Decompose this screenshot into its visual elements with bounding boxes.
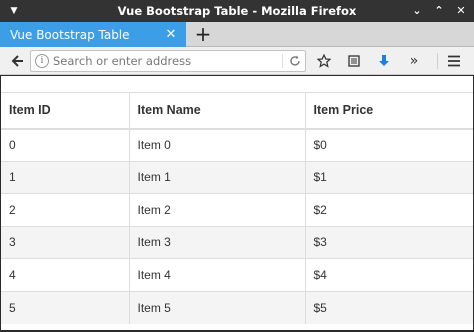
address-bar[interactable]: i [30, 50, 306, 72]
table-row: 1 Item 1 $1 [1, 160, 473, 194]
tab-vue-bootstrap-table[interactable]: Vue Bootstrap Table ✕ [0, 22, 186, 47]
reload-icon[interactable] [287, 53, 303, 69]
toolbar-divider [437, 53, 438, 69]
toolbar-icons: » [312, 51, 432, 71]
table-row: 5 Item 5 $5 [1, 290, 473, 324]
window-titlebar: ▼ Vue Bootstrap Table - Mozilla Firefox … [0, 0, 474, 22]
overflow-chevrons-icon[interactable]: » [402, 51, 426, 71]
new-tab-button[interactable]: + [192, 22, 214, 46]
address-bar-divider [282, 54, 283, 68]
reading-list-icon[interactable] [342, 51, 366, 71]
cell-item-name: Item 0 [128, 128, 305, 161]
table-header-row: Item ID Item Name Item Price [1, 92, 473, 130]
cell-item-price: $1 [304, 160, 473, 194]
cell-item-id: 1 [1, 160, 129, 194]
cell-item-name: Item 2 [128, 193, 305, 226]
cell-item-id: 3 [1, 225, 129, 259]
cell-item-price: $3 [304, 225, 473, 259]
cell-item-price: $4 [304, 258, 473, 291]
close-icon[interactable]: ✕ [454, 3, 468, 17]
maximize-icon[interactable]: ⌃ [432, 3, 446, 17]
tab-close-icon[interactable]: ✕ [164, 26, 178, 42]
hamburger-menu-icon[interactable] [444, 51, 464, 71]
column-header-item-name[interactable]: Item Name [128, 92, 305, 130]
navigation-toolbar: i » [0, 47, 474, 75]
window-title: Vue Bootstrap Table - Mozilla Firefox [117, 4, 357, 18]
column-header-item-price[interactable]: Item Price [304, 92, 473, 130]
window-controls: ⌄ ⌃ ✕ [410, 3, 468, 17]
back-arrow-icon[interactable] [8, 51, 28, 71]
info-icon[interactable]: i [35, 54, 49, 68]
cell-item-name: Item 1 [128, 160, 305, 194]
tab-strip: Vue Bootstrap Table ✕ + [0, 22, 474, 47]
cell-item-name: Item 5 [128, 290, 305, 324]
cell-item-price: $0 [304, 128, 473, 161]
column-header-item-id[interactable]: Item ID [1, 92, 129, 130]
cell-item-id: 0 [1, 128, 129, 161]
star-icon[interactable] [312, 51, 336, 71]
page-content: Item ID Item Name Item Price 0 Item 0 $0… [1, 76, 473, 330]
download-arrow-icon[interactable] [372, 51, 396, 71]
cell-item-price: $2 [304, 193, 473, 226]
tab-label: Vue Bootstrap Table [10, 27, 130, 42]
cell-item-price: $5 [304, 290, 473, 324]
cell-item-id: 4 [1, 258, 129, 291]
table-row: 0 Item 0 $0 [1, 128, 473, 161]
table-row: 2 Item 2 $2 [1, 193, 473, 226]
items-table: Item ID Item Name Item Price 0 Item 0 $0… [1, 92, 473, 324]
cell-item-name: Item 3 [128, 225, 305, 259]
cell-item-id: 5 [1, 290, 129, 324]
cell-item-id: 2 [1, 193, 129, 226]
url-input[interactable] [53, 53, 273, 69]
table-row: 4 Item 4 $4 [1, 258, 473, 291]
minimize-icon[interactable]: ⌄ [410, 3, 424, 17]
table-row: 3 Item 3 $3 [1, 225, 473, 259]
menu-down-icon[interactable]: ▼ [8, 5, 20, 17]
cell-item-name: Item 4 [128, 258, 305, 291]
